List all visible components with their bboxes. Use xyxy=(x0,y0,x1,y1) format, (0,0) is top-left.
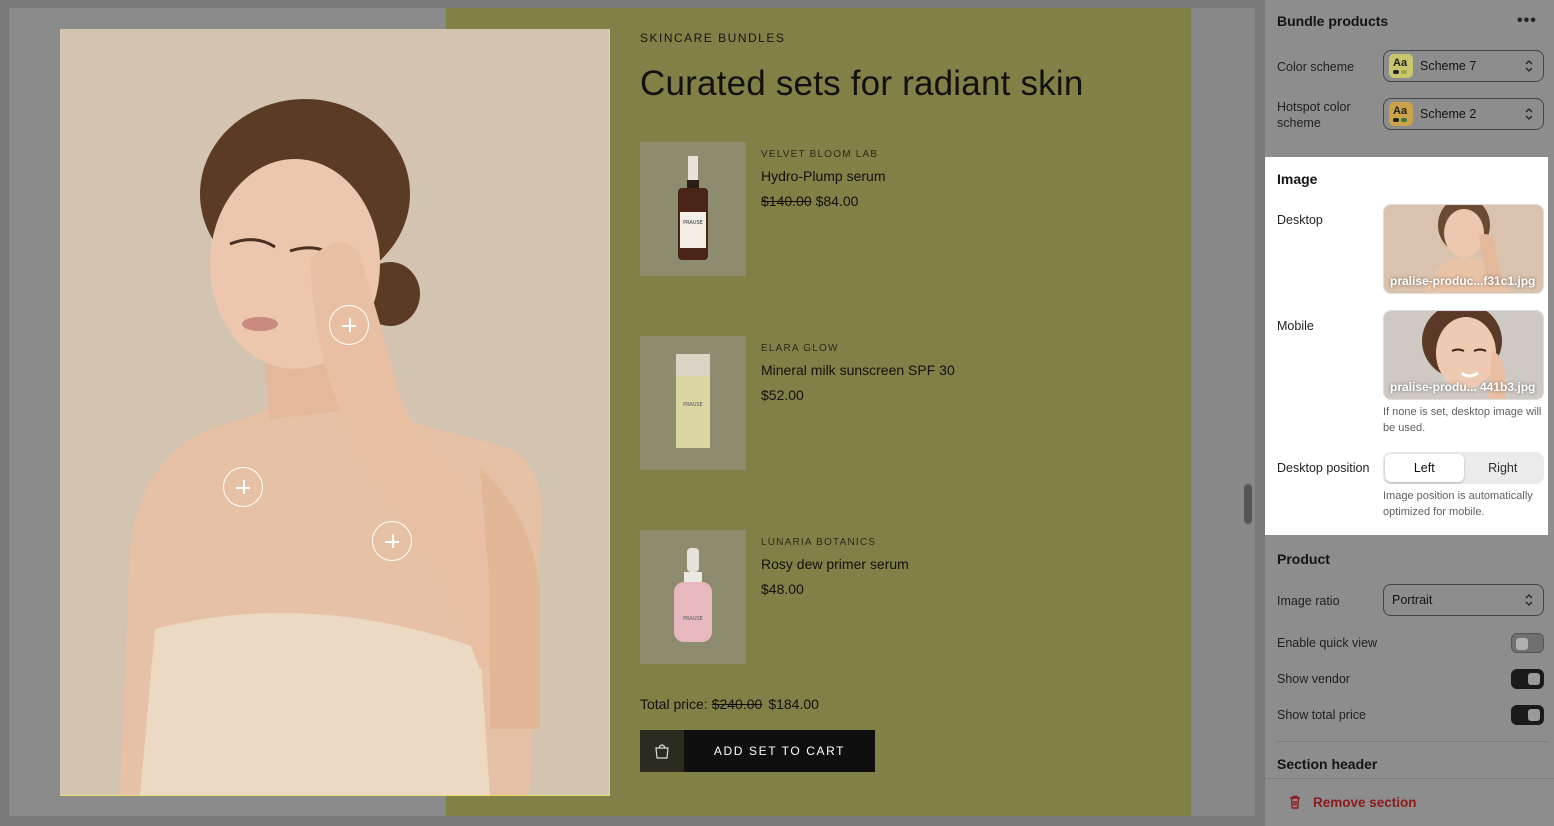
serum-bottle-image: PRAUSE xyxy=(640,142,746,276)
compare-price: $140.00 xyxy=(761,193,812,209)
quick-view-toggle[interactable] xyxy=(1511,633,1544,653)
mobile-image-help: If none is set, desktop image will be us… xyxy=(1383,406,1542,434)
preview-canvas: SKINCARE BUNDLES Curated sets for radian… xyxy=(9,8,1255,816)
image-section-title: Image xyxy=(1277,171,1318,187)
chevron-updown-icon xyxy=(1525,108,1533,120)
product-name[interactable]: Mineral milk sunscreen SPF 30 xyxy=(761,362,955,378)
section-eyebrow: SKINCARE BUNDLES xyxy=(640,31,786,45)
remove-section-label: Remove section xyxy=(1313,794,1417,810)
color-scheme-select[interactable]: Aa Scheme 7 xyxy=(1383,50,1544,82)
image-settings-card: Image Desktop pralise-produc...f31c1.jpg… xyxy=(1265,157,1548,535)
bundle-product-1[interactable]: PRAUSE VELVET BLOOM LAB Hydro-Plump seru… xyxy=(640,142,1180,276)
product-name[interactable]: Hydro-Plump serum xyxy=(761,168,885,184)
image-ratio-select[interactable]: Portrait xyxy=(1383,584,1544,616)
desktop-image-label: Desktop xyxy=(1277,213,1323,227)
show-vendor-toggle[interactable] xyxy=(1511,669,1544,689)
primer-bottle-image: PRAUSE xyxy=(640,530,746,664)
bundle-product-3[interactable]: PRAUSE LUNARIA BOTANICS Rosy dew primer … xyxy=(640,530,1180,664)
bottle-label: PRAUSE xyxy=(683,616,703,622)
desktop-position-toggle[interactable]: Left Right xyxy=(1383,452,1544,484)
image-ratio-label: Image ratio xyxy=(1277,594,1340,608)
desktop-image-picker[interactable]: pralise-produc...f31c1.jpg xyxy=(1383,204,1544,294)
total-price: Total price: $240.00 $184.00 xyxy=(640,696,819,712)
scheme-swatch-icon: Aa xyxy=(1389,54,1413,78)
sale-price: $48.00 xyxy=(761,581,804,597)
add-set-to-cart-label: ADD SET TO CART xyxy=(713,744,846,758)
quick-view-label: Enable quick view xyxy=(1277,636,1378,650)
sale-price: $84.00 xyxy=(815,193,859,209)
editor-preview: SKINCARE BUNDLES Curated sets for radian… xyxy=(0,0,1265,826)
mobile-image-label: Mobile xyxy=(1277,319,1314,333)
image-ratio-value: Portrait xyxy=(1392,593,1433,607)
scheme-swatch-icon: Aa xyxy=(1389,102,1413,126)
mobile-image-picker[interactable]: pralise-produ... 441b3.jpg xyxy=(1383,310,1544,400)
bag-icon xyxy=(640,730,684,772)
tube-label: PRAUSE xyxy=(683,402,703,408)
color-scheme-label: Color scheme xyxy=(1277,60,1355,74)
panel-divider xyxy=(1277,741,1548,742)
panel-title: Bundle products xyxy=(1277,13,1389,29)
product-thumbnail[interactable]: PRAUSE xyxy=(640,530,746,664)
section-header-title[interactable]: Section header xyxy=(1277,756,1377,772)
product-price: $48.00 xyxy=(761,581,804,597)
hotspot-color-scheme-select[interactable]: Aa Scheme 2 xyxy=(1383,98,1544,130)
canvas-gutter xyxy=(1191,8,1255,816)
model-illustration xyxy=(60,29,609,795)
toggle-knob xyxy=(1516,638,1528,650)
hotspot-2[interactable] xyxy=(223,467,263,507)
product-vendor: VELVET BLOOM LAB xyxy=(761,149,879,160)
settings-panel: Bundle products ••• Color scheme Aa Sche… xyxy=(1265,0,1554,826)
sunscreen-tube-image: PRAUSE xyxy=(640,336,746,470)
product-vendor: LUNARIA BOTANICS xyxy=(761,537,877,548)
product-section-title: Product xyxy=(1277,551,1330,567)
toggle-knob xyxy=(1528,673,1540,685)
show-total-price-toggle[interactable] xyxy=(1511,705,1544,725)
position-right-option[interactable]: Right xyxy=(1464,454,1543,482)
section-heading: Curated sets for radiant skin xyxy=(640,64,1084,103)
color-scheme-value: Scheme 7 xyxy=(1420,59,1477,73)
sale-price: $52.00 xyxy=(761,387,804,403)
toggle-knob xyxy=(1528,709,1540,721)
show-total-price-label: Show total price xyxy=(1277,708,1366,722)
product-name[interactable]: Rosy dew primer serum xyxy=(761,556,909,572)
product-price: $52.00 xyxy=(761,387,804,403)
total-sale-price: $184.00 xyxy=(768,696,819,712)
desktop-position-help: Image position is automatically optimize… xyxy=(1383,490,1533,518)
product-price: $140.00 $84.00 xyxy=(761,193,858,209)
product-thumbnail[interactable]: PRAUSE xyxy=(640,336,746,470)
preview-scrollbar[interactable] xyxy=(1244,484,1252,524)
bundle-product-2[interactable]: PRAUSE ELARA GLOW Mineral milk sunscreen… xyxy=(640,336,1180,470)
total-label: Total price: xyxy=(640,696,708,712)
desktop-image-filename: pralise-produc...f31c1.jpg xyxy=(1390,274,1536,288)
total-compare-price: $240.00 xyxy=(711,696,763,712)
panel-footer: Remove section xyxy=(1265,778,1554,826)
show-vendor-label: Show vendor xyxy=(1277,672,1350,686)
bottle-label: PRAUSE xyxy=(683,220,703,226)
chevron-updown-icon xyxy=(1525,60,1533,72)
desktop-position-label: Desktop position xyxy=(1277,461,1370,475)
hotspot-1[interactable] xyxy=(329,305,369,345)
chevron-updown-icon xyxy=(1525,594,1533,606)
mobile-image-filename: pralise-produ... 441b3.jpg xyxy=(1390,380,1536,394)
trash-icon xyxy=(1290,795,1300,809)
hotspot-3[interactable] xyxy=(372,521,412,561)
hotspot-color-scheme-label: Hotspot color scheme xyxy=(1277,100,1351,130)
position-left-option[interactable]: Left xyxy=(1385,454,1464,482)
bundle-content: SKINCARE BUNDLES Curated sets for radian… xyxy=(640,8,1180,816)
hero-image[interactable] xyxy=(60,29,610,796)
product-thumbnail[interactable]: PRAUSE xyxy=(640,142,746,276)
remove-section-button[interactable]: Remove section xyxy=(1287,794,1417,810)
hotspot-color-scheme-value: Scheme 2 xyxy=(1420,107,1477,121)
product-vendor: ELARA GLOW xyxy=(761,343,839,354)
add-set-to-cart-button[interactable]: ADD SET TO CART xyxy=(640,730,875,772)
more-options-icon[interactable]: ••• xyxy=(1517,12,1537,30)
